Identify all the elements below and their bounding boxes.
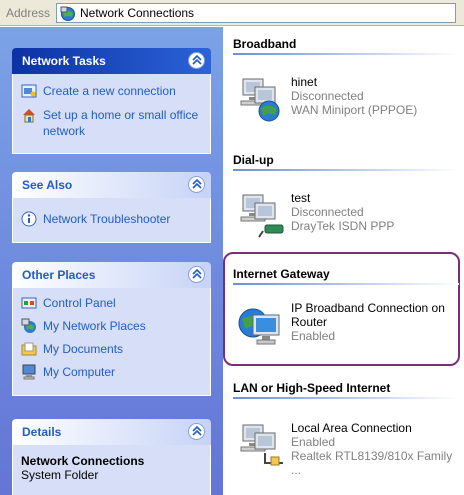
details-panel: Details Network Connections System Folde… <box>12 419 211 495</box>
other-places-body: Control Panel My Network Places My Docum… <box>12 288 211 396</box>
group-header-internet-gateway: Internet Gateway <box>233 265 459 285</box>
connection-status: Disconnected <box>291 205 364 219</box>
collapse-chevron-icon[interactable] <box>188 176 205 193</box>
internet-gateway-icon <box>235 301 283 349</box>
connection-name: Local Area Connection <box>291 421 412 435</box>
address-value: Network Connections <box>80 6 195 20</box>
task-label: Control Panel <box>43 296 116 310</box>
group-header-lan: LAN or High-Speed Internet <box>233 379 459 399</box>
see-also-header[interactable]: See Also <box>12 172 211 198</box>
connection-name: hinet <box>291 75 318 89</box>
network-tasks-header[interactable]: Network Tasks <box>12 48 211 74</box>
broadband-connection-icon <box>239 75 287 123</box>
collapse-chevron-icon[interactable] <box>188 266 205 283</box>
details-name: Network Connections <box>21 454 145 468</box>
connection-status: Enabled <box>291 329 336 343</box>
documents-folder-icon <box>21 341 37 357</box>
network-connections-icon <box>60 6 76 21</box>
connection-status: Enabled <box>291 435 336 449</box>
task-label: My Documents <box>43 342 124 356</box>
task-label: My Computer <box>43 365 116 379</box>
info-icon <box>21 211 37 227</box>
home-network-icon <box>21 107 37 123</box>
details-type: System Folder <box>21 468 99 482</box>
address-bar: Address Network Connections <box>0 0 464 26</box>
panel-title: Details <box>22 425 62 439</box>
details-body: Network Connections System Folder <box>12 445 211 495</box>
panel-title: See Also <box>22 178 73 192</box>
group-header-dialup: Dial-up <box>233 151 459 171</box>
group-header-broadband: Broadband <box>233 35 459 55</box>
see-also-panel: See Also Network Troubleshooter <box>12 172 211 243</box>
panel-title: Network Tasks <box>22 54 106 68</box>
connections-list: Broadband hinet Disconnected WAN Minipor… <box>223 27 464 495</box>
my-computer-link[interactable]: My Computer <box>21 364 202 380</box>
collapse-chevron-icon[interactable] <box>188 423 205 440</box>
control-panel-link[interactable]: Control Panel <box>21 295 202 311</box>
connection-device: WAN Miniport (PPPOE) <box>291 103 418 117</box>
my-documents-link[interactable]: My Documents <box>21 341 202 357</box>
address-label: Address <box>6 6 51 20</box>
task-label: Create a new connection <box>43 84 176 98</box>
connection-status: Disconnected <box>291 89 364 103</box>
panel-title: Other Places <box>22 268 96 282</box>
task-pane: Network Tasks Create a new connection Se… <box>0 27 223 495</box>
network-tasks-panel: Network Tasks Create a new connection Se… <box>12 48 211 154</box>
new-connection-icon <box>21 83 37 99</box>
network-tasks-body: Create a new connection Set up a home or… <box>12 74 211 154</box>
address-field[interactable]: Network Connections <box>56 3 456 23</box>
collapse-chevron-icon[interactable] <box>188 52 205 69</box>
create-new-connection-link[interactable]: Create a new connection <box>21 83 202 99</box>
network-troubleshooter-link[interactable]: Network Troubleshooter <box>21 211 202 227</box>
other-places-panel: Other Places Control Panel My Network Pl… <box>12 262 211 396</box>
task-label: Set up a home or small office network <box>43 108 199 138</box>
my-network-places-link[interactable]: My Network Places <box>21 318 202 334</box>
connection-device: Realtek RTL8139/810x Family ... <box>291 449 453 477</box>
lan-connection-icon <box>239 421 287 469</box>
setup-home-network-link[interactable]: Set up a home or small office network <box>21 107 202 139</box>
connection-name-line1: IP Broadband Connection on <box>291 301 445 315</box>
task-label: My Network Places <box>43 319 146 333</box>
connection-device: DrayTek ISDN PPP <box>291 219 395 233</box>
other-places-header[interactable]: Other Places <box>12 262 211 288</box>
computer-icon <box>21 364 37 380</box>
connection-name-line2: Router <box>291 315 328 329</box>
connection-name: test <box>291 191 311 205</box>
dialup-connection-icon <box>239 191 287 239</box>
see-also-body: Network Troubleshooter <box>12 198 211 243</box>
control-panel-icon <box>21 295 37 311</box>
details-header[interactable]: Details <box>12 419 211 445</box>
task-label: Network Troubleshooter <box>43 212 171 226</box>
network-places-icon <box>21 318 37 334</box>
